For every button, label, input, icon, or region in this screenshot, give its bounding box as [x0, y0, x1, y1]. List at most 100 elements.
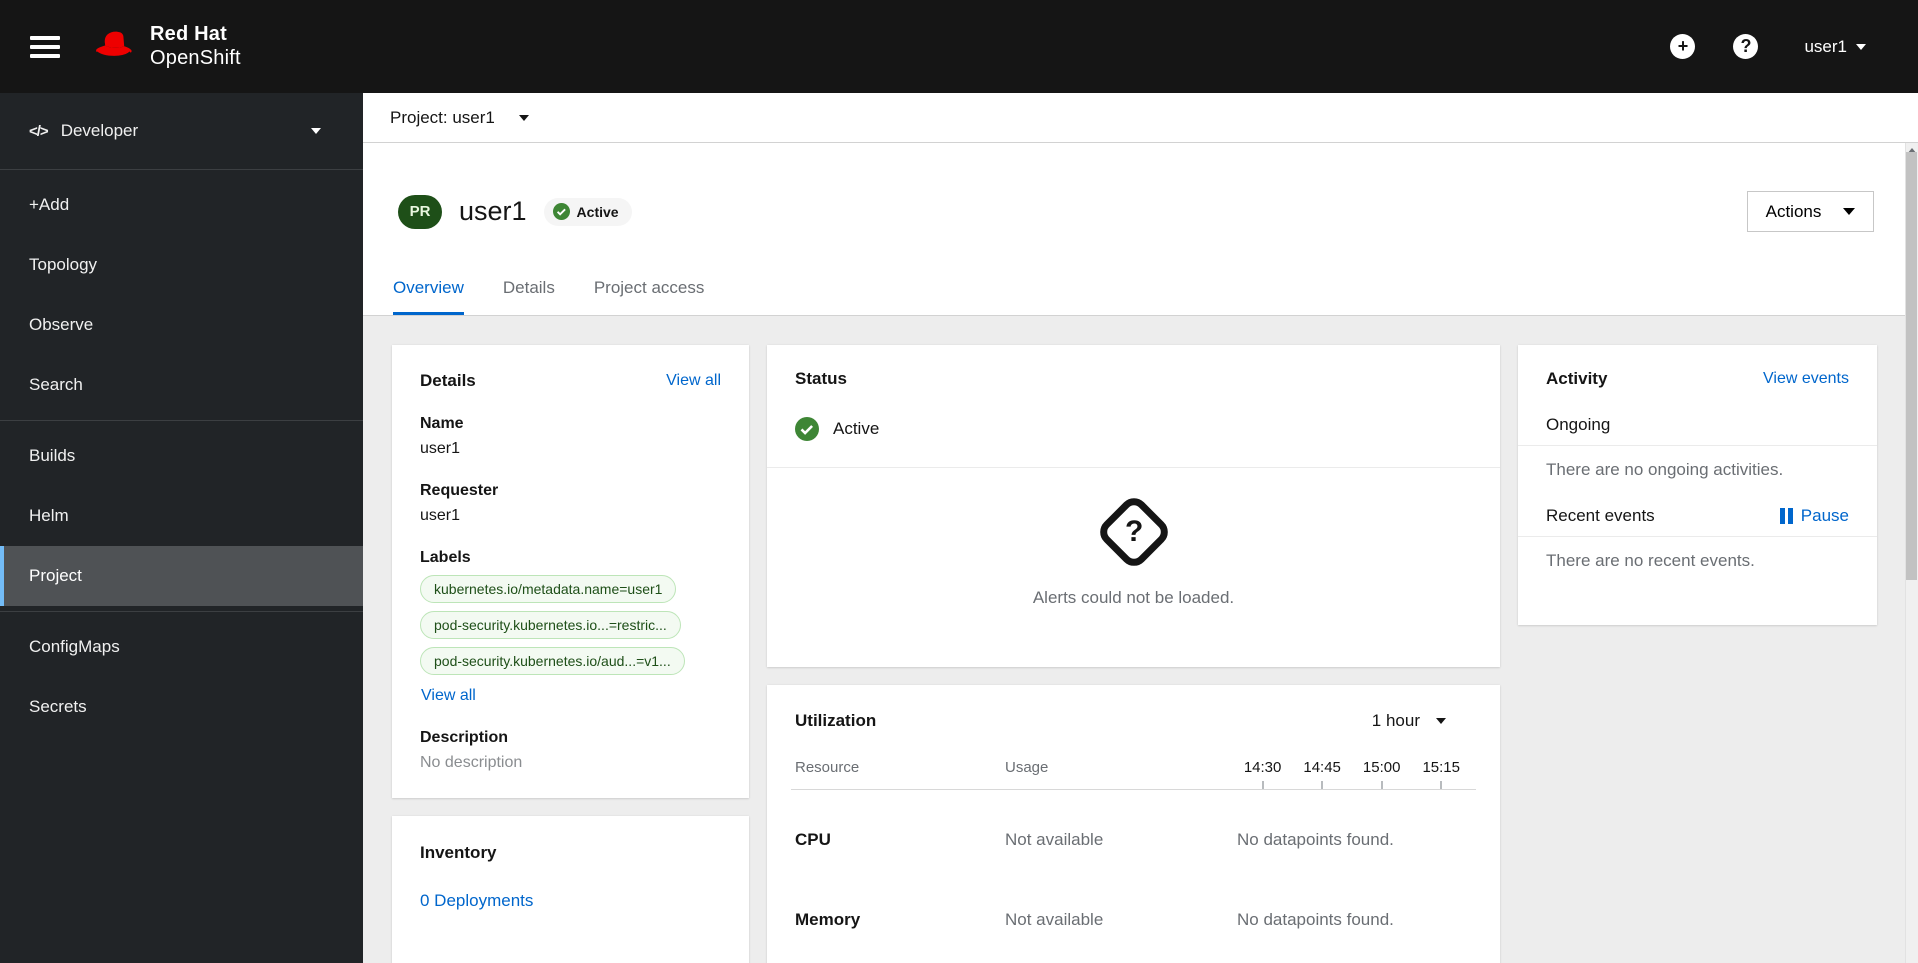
status-active-label: Active — [833, 419, 880, 438]
main-content: Project: user1 PR user1 Active Actions O… — [363, 93, 1918, 963]
details-view-all-link[interactable]: View all — [666, 372, 721, 390]
status-badge-label: Active — [576, 203, 619, 220]
tab-bar: Overview Details Project access — [363, 262, 1918, 316]
requester-field-label: Requester — [420, 482, 499, 499]
actions-button-label: Actions — [1765, 201, 1822, 221]
view-events-link[interactable]: View events — [1763, 370, 1849, 388]
project-resource-badge: PR — [398, 194, 442, 229]
pause-events-button[interactable]: Pause — [1779, 506, 1849, 526]
alerts-message: Alerts could not be loaded. — [1032, 588, 1235, 607]
time-label: 15:15 — [1422, 759, 1460, 776]
sidebar-item-label: Observe — [29, 315, 94, 334]
tab-overview[interactable]: Overview — [393, 262, 464, 315]
sidebar-group-1: +Add Topology Observe Search — [0, 170, 363, 420]
tab-label: Details — [502, 278, 555, 297]
pause-icon — [1779, 508, 1793, 524]
page-title: user1 — [459, 196, 527, 226]
utilization-row-memory: Memory Not available No datapoints found… — [791, 910, 1476, 930]
deployments-link[interactable]: 0 Deployments — [420, 891, 533, 911]
brand-text: Red Hat OpenShift — [150, 23, 241, 70]
chevron-down-icon — [518, 114, 529, 121]
actions-button[interactable]: Actions — [1747, 191, 1874, 232]
inventory-card-title: Inventory — [420, 843, 497, 862]
create-plus-icon[interactable]: + — [1670, 34, 1696, 59]
sidebar-item-helm[interactable]: Helm — [0, 486, 363, 546]
question-glyph: ? — [1740, 36, 1752, 56]
sidebar-item-label: Topology — [29, 255, 98, 274]
redhat-fedora-icon — [92, 30, 138, 64]
resource-name: CPU — [795, 830, 831, 849]
project-selector[interactable]: Project: user1 — [363, 93, 1918, 143]
requester-field-value: user1 — [420, 507, 461, 524]
label-chip[interactable]: pod-security.kubernetes.io/aud...=v1... — [420, 647, 685, 675]
scrollbar-thumb[interactable] — [1906, 152, 1917, 580]
chevron-down-icon — [1856, 43, 1866, 50]
page-scroll-area: PR user1 Active Actions Overview Details… — [363, 143, 1918, 963]
question-glyph: ? — [1124, 514, 1143, 548]
developer-code-icon: </> — [29, 122, 49, 140]
perspective-switcher[interactable]: </> Developer — [0, 93, 363, 170]
tab-details[interactable]: Details — [503, 262, 555, 315]
resource-usage: Not available — [1005, 830, 1104, 849]
sidebar-item-project[interactable]: Project — [0, 546, 363, 606]
right-column: Activity View events Ongoing There are n… — [1518, 345, 1877, 625]
usage-column-header: Usage — [1005, 759, 1049, 776]
sidebar-group-2: Builds Helm Project — [0, 420, 363, 611]
sidebar-item-label: ConfigMaps — [29, 637, 120, 656]
resource-name: Memory — [795, 910, 861, 929]
help-icon[interactable]: ? — [1733, 34, 1759, 59]
utilization-card-title: Utilization — [795, 711, 877, 730]
activity-card: Activity View events Ongoing There are n… — [1518, 345, 1877, 625]
sidebar-item-label: Helm — [29, 506, 69, 525]
sidebar-item-label: Builds — [29, 446, 76, 465]
tab-project-access[interactable]: Project access — [594, 262, 705, 315]
resource-usage: Not available — [1005, 910, 1104, 929]
sidebar-item-search[interactable]: Search — [0, 355, 363, 415]
sidebar-item-topology[interactable]: Topology — [0, 235, 363, 295]
details-card-title: Details — [420, 371, 476, 390]
time-axis: 14:30 14:45 15:00 15:15 — [1237, 759, 1472, 789]
status-card-title: Status — [795, 369, 847, 388]
labels-view-all-link[interactable]: View all — [421, 687, 476, 705]
sidebar-item-add[interactable]: +Add — [0, 175, 363, 235]
label-chip[interactable]: pod-security.kubernetes.io...=restric... — [420, 611, 681, 639]
label-chip[interactable]: kubernetes.io/metadata.name=user1 — [420, 575, 677, 603]
duration-dropdown-value: 1 hour — [1371, 711, 1420, 730]
name-field-label: Name — [420, 415, 464, 432]
brand-line1: Red Hat — [150, 22, 227, 45]
middle-column: Status Active ? Alerts could not be load… — [767, 345, 1500, 963]
resource-datapoints: No datapoints found. — [1237, 910, 1394, 929]
tab-label: Project access — [593, 278, 705, 297]
brand-logo: Red Hat OpenShift — [92, 23, 241, 70]
sidebar-item-observe[interactable]: Observe — [0, 295, 363, 355]
activity-card-title: Activity — [1546, 369, 1608, 388]
utilization-header-row: Resource Usage 14:30 14:45 15:00 15:15 — [791, 759, 1476, 790]
recent-events-heading: Recent events — [1546, 506, 1655, 525]
inventory-card: Inventory 0 Deployments — [392, 816, 749, 963]
sidebar-item-label: Search — [29, 375, 83, 394]
check-circle-icon — [795, 417, 819, 441]
name-field-value: user1 — [420, 440, 461, 457]
sidebar-item-configmaps[interactable]: ConfigMaps — [0, 617, 363, 677]
labels-list: kubernetes.io/metadata.name=user1 pod-se… — [420, 575, 721, 675]
plus-glyph: + — [1677, 36, 1689, 56]
unknown-alerts-icon: ? — [1093, 492, 1174, 572]
sidebar-item-label: Project — [29, 566, 82, 585]
sidebar-item-secrets[interactable]: Secrets — [0, 677, 363, 737]
perspective-label: Developer — [60, 121, 139, 140]
time-tick: 14:30 — [1244, 759, 1281, 789]
sidebar-item-label: Secrets — [29, 697, 87, 716]
user-menu-label: user1 — [1804, 36, 1847, 56]
duration-dropdown[interactable]: 1 hour — [1372, 711, 1446, 731]
sidebar-item-builds[interactable]: Builds — [0, 426, 363, 486]
resource-datapoints: No datapoints found. — [1237, 830, 1394, 849]
user-menu[interactable]: user1 — [1804, 37, 1866, 57]
time-label: 15:00 — [1362, 759, 1401, 776]
chevron-down-icon — [311, 128, 321, 134]
vertical-scrollbar[interactable] — [1905, 143, 1918, 963]
utilization-card: Utilization 1 hour Resource Usage 14:30 … — [767, 685, 1500, 963]
sidebar: </> Developer +Add Topology Observe Sear… — [0, 93, 363, 963]
chevron-down-icon — [1843, 208, 1856, 215]
nav-toggle-hamburger-icon[interactable] — [30, 31, 60, 63]
page-header: PR user1 Active Actions Overview Details… — [363, 143, 1918, 316]
